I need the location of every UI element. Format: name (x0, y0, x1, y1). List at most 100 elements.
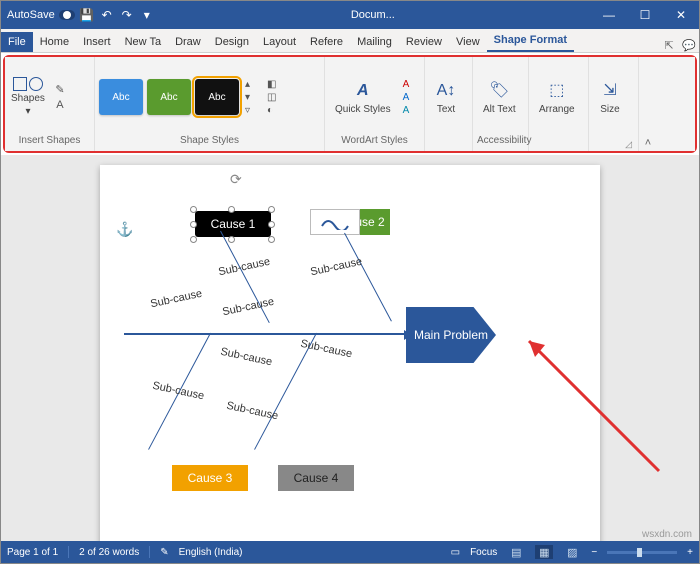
tab-review[interactable]: Review (399, 32, 449, 52)
text-button[interactable]: A↕ Text (429, 78, 463, 117)
shape-cause3[interactable]: Cause 3 (172, 465, 248, 491)
rotation-handle-icon[interactable]: ⟳ (230, 171, 242, 188)
tab-newtab[interactable]: New Ta (118, 32, 168, 52)
comments-icon[interactable]: 💬 (679, 39, 699, 52)
size-label: Size (600, 104, 619, 115)
fishbone-branch[interactable] (344, 233, 392, 322)
style-swatch-green[interactable]: Abc (147, 79, 191, 115)
zoom-thumb[interactable] (637, 548, 642, 557)
group-label-insert-shapes: Insert Shapes (9, 135, 90, 151)
print-layout-icon[interactable]: ▦ (535, 545, 553, 559)
share-icon[interactable]: ⇱ (659, 39, 679, 52)
text-label: Text (437, 104, 455, 115)
undo-icon[interactable]: ↶ (99, 7, 115, 23)
group-insert-shapes: Shapes ▾ ✎ A Insert Shapes (5, 57, 95, 151)
shape-cause1[interactable]: Cause 1 (195, 211, 271, 237)
edit-shape-tools[interactable]: ✎ A (51, 82, 69, 113)
group-label-wordart: WordArt Styles (329, 135, 420, 151)
tab-insert[interactable]: Insert (76, 32, 118, 52)
arrange-button[interactable]: ⬚ Arrange (533, 78, 581, 117)
size-icon: ⇲ (599, 80, 621, 102)
layout-options-popup[interactable] (310, 209, 360, 235)
alt-text-label: Alt Text (483, 104, 516, 115)
selection-handle[interactable] (228, 206, 235, 213)
style-gallery-more[interactable]: ▴▾▿ (243, 77, 261, 117)
tab-design[interactable]: Design (208, 32, 256, 52)
fishbone-spine[interactable] (124, 333, 406, 335)
alt-text-button[interactable]: 🏷 Alt Text (477, 78, 522, 117)
maximize-button[interactable]: ☐ (627, 1, 663, 29)
spellcheck-icon[interactable]: ✎ (160, 547, 168, 558)
layout-options-icon (320, 214, 350, 230)
focus-mode-icon[interactable]: ▭ (451, 547, 460, 558)
group-text: A↕ Text (425, 57, 473, 151)
zoom-in-button[interactable]: + (687, 547, 693, 558)
redo-icon[interactable]: ↷ (119, 7, 135, 23)
quick-styles-label: Quick Styles (335, 104, 391, 115)
selection-handle[interactable] (190, 236, 197, 243)
minimize-button[interactable]: — (591, 1, 627, 29)
save-icon[interactable]: 💾 (79, 7, 95, 23)
shape-cause1-selected[interactable]: Cause 1 (178, 203, 288, 245)
document-workspace: ⚓ ⟳ Cause 1 use 2 Cause 3 Cause 4 Main P… (1, 155, 699, 541)
shape-cause4[interactable]: Cause 4 (278, 465, 354, 491)
focus-label[interactable]: Focus (470, 547, 497, 558)
collapse-ribbon-button[interactable]: ˄ (639, 57, 657, 151)
shapes-label: Shapes (11, 93, 45, 104)
quick-styles-button[interactable]: A Quick Styles (329, 78, 397, 117)
group-shape-styles: Abc Abc Abc ▴▾▿ ◧ ◫ ◐ Shape Styles (95, 57, 325, 151)
selection-handle[interactable] (228, 236, 235, 243)
qat-dropdown-icon[interactable]: ▾ (139, 7, 155, 23)
zoom-slider[interactable] (607, 551, 677, 554)
shapes-gallery-button[interactable]: Shapes ▾ (9, 75, 47, 119)
text-outline-icon: A (403, 92, 417, 102)
subcause-label: Sub-cause (309, 256, 363, 279)
annotation-arrow (509, 321, 669, 481)
word-count[interactable]: 2 of 26 words (79, 547, 139, 558)
tab-references[interactable]: Refere (303, 32, 350, 52)
tab-layout[interactable]: Layout (256, 32, 303, 52)
text-fill-outline-effects[interactable]: A A A (401, 77, 419, 117)
read-mode-icon[interactable]: ▤ (507, 545, 525, 559)
shape-fill-outline-effects[interactable]: ◧ ◫ ◐ (265, 77, 283, 117)
tab-file[interactable]: File (1, 32, 33, 52)
close-button[interactable]: ✕ (663, 1, 699, 29)
shape-main-problem[interactable]: Main Problem (406, 307, 496, 363)
selection-handle[interactable] (190, 206, 197, 213)
selection-handle[interactable] (190, 221, 197, 228)
circle-icon (29, 77, 43, 91)
tab-draw[interactable]: Draw (168, 32, 208, 52)
selection-handle[interactable] (268, 206, 275, 213)
language-indicator[interactable]: English (India) (179, 547, 243, 558)
size-button[interactable]: ⇲ Size (593, 78, 627, 117)
subcause-label: Sub-cause (151, 380, 205, 403)
selection-handle[interactable] (268, 236, 275, 243)
style-swatch-blue[interactable]: Abc (99, 79, 143, 115)
tab-view[interactable]: View (449, 32, 487, 52)
text-box-icon: A (53, 99, 67, 111)
dialog-launcher-icon[interactable]: ◿ (625, 139, 632, 150)
web-layout-icon[interactable]: ▨ (563, 545, 581, 559)
shape-fill-icon: ◧ (267, 79, 281, 89)
group-label-accessibility: Accessibility (477, 135, 524, 151)
rectangle-icon (13, 77, 27, 91)
autosave-toggle[interactable] (59, 10, 75, 20)
subcause-label: Sub-cause (149, 288, 203, 311)
group-accessibility: 🏷 Alt Text Accessibility (473, 57, 529, 151)
subcause-label: Sub-cause (299, 338, 353, 361)
tab-mailings[interactable]: Mailing (350, 32, 399, 52)
selection-handle[interactable] (268, 221, 275, 228)
ribbon-tabs: File Home Insert New Ta Draw Design Layo… (1, 29, 699, 53)
app-window: AutoSave 💾 ↶ ↷ ▾ Docum... — ☐ ✕ File Hom… (0, 0, 700, 564)
tab-shape-format[interactable]: Shape Format (487, 30, 574, 52)
style-swatch-black[interactable]: Abc (195, 79, 239, 115)
arrange-label: Arrange (539, 104, 575, 115)
wordart-icon: A (352, 80, 374, 102)
ribbon-highlight: Shapes ▾ ✎ A Insert Shapes Abc Abc Abc ▴… (3, 55, 697, 153)
zoom-out-button[interactable]: − (591, 547, 597, 558)
page-indicator[interactable]: Page 1 of 1 (7, 547, 58, 558)
subcause-label: Sub-cause (219, 346, 273, 369)
shape-effects-icon: ◐ (267, 105, 281, 115)
chevron-down-icon: ▾ (25, 106, 30, 117)
tab-home[interactable]: Home (33, 32, 76, 52)
